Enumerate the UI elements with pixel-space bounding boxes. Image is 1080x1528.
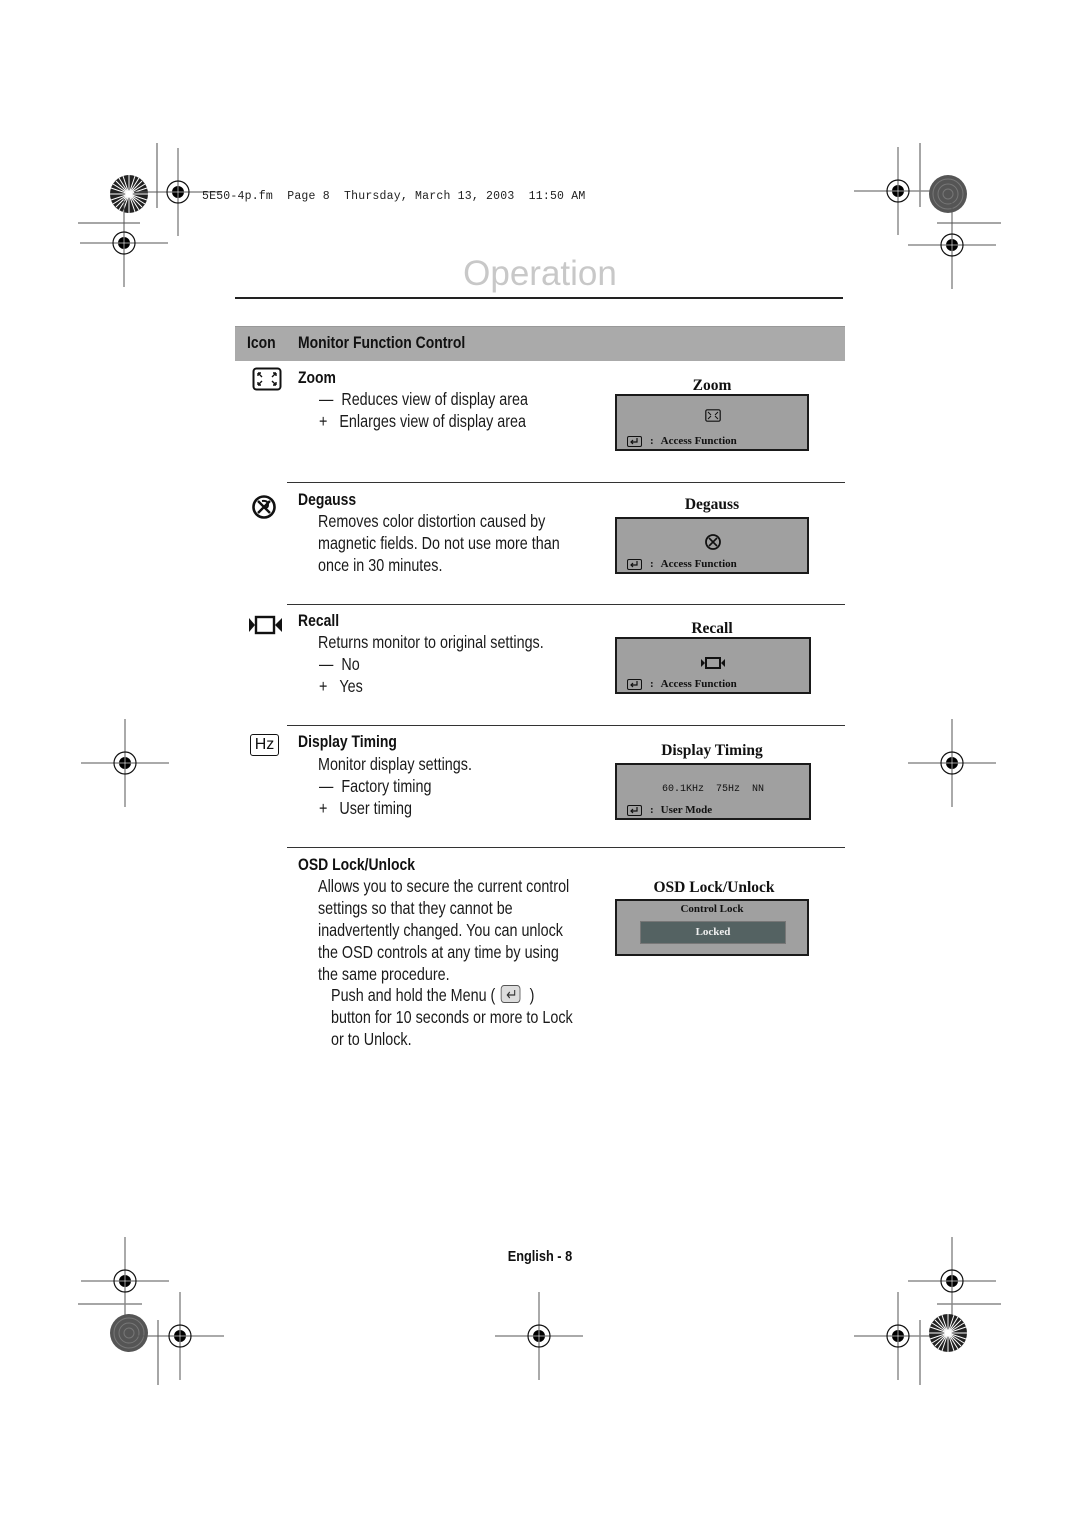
column-header-icon: Icon <box>247 333 276 352</box>
degauss-line-2: magnetic fields. Do not use more than <box>318 533 560 553</box>
section-title-display-timing: Display Timing <box>298 732 397 751</box>
osd-caption-degauss: Degauss <box>684 496 740 513</box>
enter-key-icon <box>627 804 642 816</box>
enter-key-icon <box>627 678 642 690</box>
recall-line-1: Returns monitor to original settings. <box>318 632 544 652</box>
timing-line-1: Monitor display settings. <box>318 754 472 774</box>
osd-access-row: : Access Function <box>627 558 737 570</box>
lock-instruction-3: or to Unlock. <box>331 1029 412 1049</box>
section-title-osd-lock: OSD Lock/Unlock <box>298 855 415 874</box>
timing-line-3: + User timing <box>319 798 412 818</box>
recall-icon <box>249 615 282 635</box>
section-divider <box>287 482 845 483</box>
timing-readout: 60.1KHz 75Hz NN <box>661 784 765 795</box>
page-footer: English - 8 <box>507 1248 573 1265</box>
recall-line-3: + Yes <box>319 676 363 696</box>
enter-key-icon <box>627 558 642 570</box>
timing-line-2: — Factory timing <box>319 776 432 796</box>
section-title-zoom: Zoom <box>298 368 336 387</box>
enter-key-icon <box>627 435 642 447</box>
lock-instruction-1: Push and hold the Menu ( ) <box>331 985 535 1005</box>
osd-preview-zoom: : Access Function <box>615 394 809 451</box>
zoom-line-1: — Reduces view of display area <box>319 389 528 409</box>
osd-preview-degauss: : Access Function <box>615 517 809 574</box>
osd-caption-osd-lock: OSD Lock/Unlock <box>653 879 775 896</box>
section-divider <box>287 725 845 726</box>
file-info-header: 5E50-4p.fm Page 8 Thursday, March 13, 20… <box>202 190 586 203</box>
lock-instruction-2: button for 10 seconds or more to Lock <box>331 1007 573 1027</box>
registration-marks <box>78 143 1001 1385</box>
page-title: Operation <box>463 254 617 293</box>
column-header-control: Monitor Function Control <box>298 333 466 352</box>
osd-caption-recall: Recall <box>691 620 733 637</box>
control-lock-label: Control Lock <box>680 903 744 915</box>
section-divider <box>287 847 845 848</box>
lock-line-4: the OSD controls at any time by using <box>318 942 559 962</box>
zoom-line-2: + Enlarges view of display area <box>319 411 527 431</box>
lock-line-3: inadvertently changed. You can unlock <box>318 920 563 940</box>
lock-line-1: Allows you to secure the current control <box>318 876 570 896</box>
hz-icon: Hz <box>250 734 279 756</box>
lock-line-2: settings so that they cannot be <box>318 898 513 918</box>
osd-access-row: : User Mode <box>627 804 712 816</box>
recall-icon <box>701 657 725 669</box>
osd-caption-display-timing: Display Timing <box>661 742 763 759</box>
degauss-icon <box>252 495 276 519</box>
degauss-icon <box>705 534 721 550</box>
title-divider <box>235 297 843 299</box>
lock-line-5: the same procedure. <box>318 964 450 984</box>
zoom-arrows-icon <box>705 409 721 422</box>
degauss-line-1: Removes color distortion caused by <box>318 511 546 531</box>
osd-preview-osd-lock: Control Lock Locked <box>615 899 809 956</box>
section-divider <box>287 604 845 605</box>
osd-access-row: : Access Function <box>627 435 737 447</box>
recall-line-2: — No <box>319 654 360 674</box>
section-title-degauss: Degauss <box>298 490 357 509</box>
zoom-arrows-icon <box>252 367 282 391</box>
osd-preview-display-timing: 60.1KHz 75Hz NN : User Mode <box>615 763 811 820</box>
section-title-recall: Recall <box>298 611 340 630</box>
osd-access-row: : Access Function <box>627 678 737 690</box>
menu-button-icon <box>500 985 521 1003</box>
osd-caption-zoom: Zoom <box>692 377 732 394</box>
lock-status-badge: Locked <box>640 921 786 944</box>
degauss-line-3: once in 30 minutes. <box>318 555 443 575</box>
osd-preview-recall: : Access Function <box>615 637 811 694</box>
